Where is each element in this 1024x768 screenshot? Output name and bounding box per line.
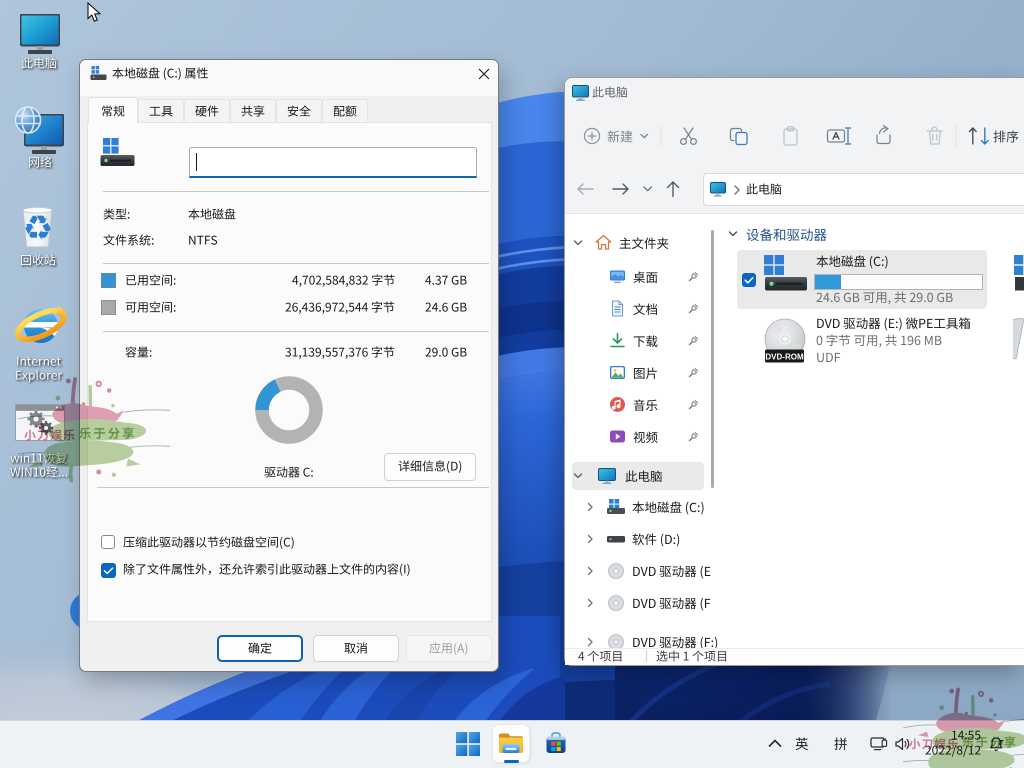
svg-text:DVD-ROM: DVD-ROM bbox=[765, 353, 804, 362]
